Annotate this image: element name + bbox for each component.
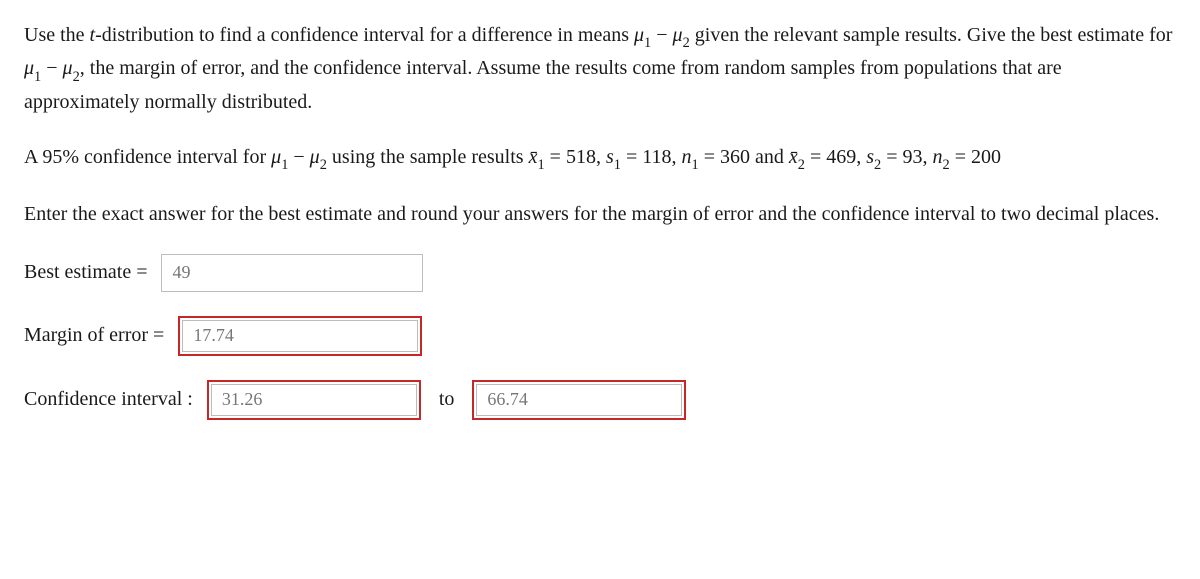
intro-text: Use the t-distribution to find a confide… — [24, 20, 1176, 118]
v-s1: 118 — [642, 146, 671, 168]
s1: s — [606, 146, 614, 168]
ci-high-input[interactable] — [476, 384, 682, 416]
v-n2: 200 — [971, 146, 1001, 168]
problem-text: A 95% confidence interval for μ1 − μ2 us… — [24, 142, 1176, 175]
margin-of-error-row: Margin of error = — [24, 316, 1176, 356]
to-text: to — [439, 384, 455, 415]
s1-sub: 1 — [614, 157, 621, 173]
n1: n — [681, 146, 691, 168]
p-mu1: μ — [271, 146, 281, 168]
eq3: = — [699, 146, 720, 168]
c2: , — [671, 146, 681, 168]
p-mu1-sub: 1 — [281, 157, 288, 173]
v-s2: 93 — [903, 146, 923, 168]
best-estimate-input[interactable] — [161, 254, 423, 292]
best-estimate-row: Best estimate = — [24, 254, 1176, 292]
eq1: = — [545, 146, 566, 168]
margin-of-error-label: Margin of error = — [24, 320, 164, 351]
best-estimate-label: Best estimate = — [24, 257, 147, 288]
p-mu2-sub: 2 — [320, 157, 327, 173]
mu1: μ — [634, 24, 644, 46]
mu2: μ — [673, 24, 683, 46]
p-mu2: μ — [310, 146, 320, 168]
c1: , — [596, 146, 606, 168]
problem-a: A 95% confidence interval for — [24, 146, 271, 168]
mu1b-sub: 1 — [34, 69, 41, 85]
c4: , — [923, 146, 933, 168]
v-x2: 469 — [826, 146, 856, 168]
intro-part-d: , the margin of error, and the confidenc… — [24, 57, 1062, 112]
s2-sub: 2 — [874, 157, 881, 173]
mu1b: μ — [24, 57, 34, 79]
s2: s — [866, 146, 874, 168]
n2: n — [933, 146, 943, 168]
confidence-interval-label: Confidence interval : — [24, 384, 193, 415]
intro-part-c: given the relevant sample results. Give … — [690, 24, 1173, 46]
v-x1: 518 — [566, 146, 596, 168]
n1-sub: 1 — [691, 157, 698, 173]
ci-high-wrap — [472, 380, 686, 420]
c3: , — [856, 146, 866, 168]
problem-b: using the sample results — [327, 146, 529, 168]
margin-of-error-wrap — [178, 316, 422, 356]
eq2: = — [621, 146, 642, 168]
instruction-text: Enter the exact answer for the best esti… — [24, 199, 1176, 230]
xbar1-sub: 1 — [537, 157, 544, 173]
intro-part-a: Use the — [24, 24, 90, 46]
margin-of-error-input[interactable] — [182, 320, 418, 352]
eq5: = — [881, 146, 902, 168]
p-minus: − — [288, 146, 309, 168]
minus-2: − — [41, 57, 62, 79]
n2-sub: 2 — [943, 157, 950, 173]
minus-1: − — [651, 24, 672, 46]
confidence-interval-row: Confidence interval : to — [24, 380, 1176, 420]
xbar2: x̄ — [789, 146, 798, 168]
mu1-sub: 1 — [644, 35, 651, 51]
eq4: = — [805, 146, 826, 168]
v-n1: 360 — [720, 146, 750, 168]
intro-part-b: -distribution to find a confidence inter… — [95, 24, 634, 46]
mu2-sub: 2 — [683, 35, 690, 51]
eq6: = — [950, 146, 971, 168]
mu2b: μ — [63, 57, 73, 79]
and: and — [750, 146, 789, 168]
mu2b-sub: 2 — [73, 69, 80, 85]
ci-low-wrap — [207, 380, 421, 420]
xbar2-sub: 2 — [798, 157, 805, 173]
ci-low-input[interactable] — [211, 384, 417, 416]
